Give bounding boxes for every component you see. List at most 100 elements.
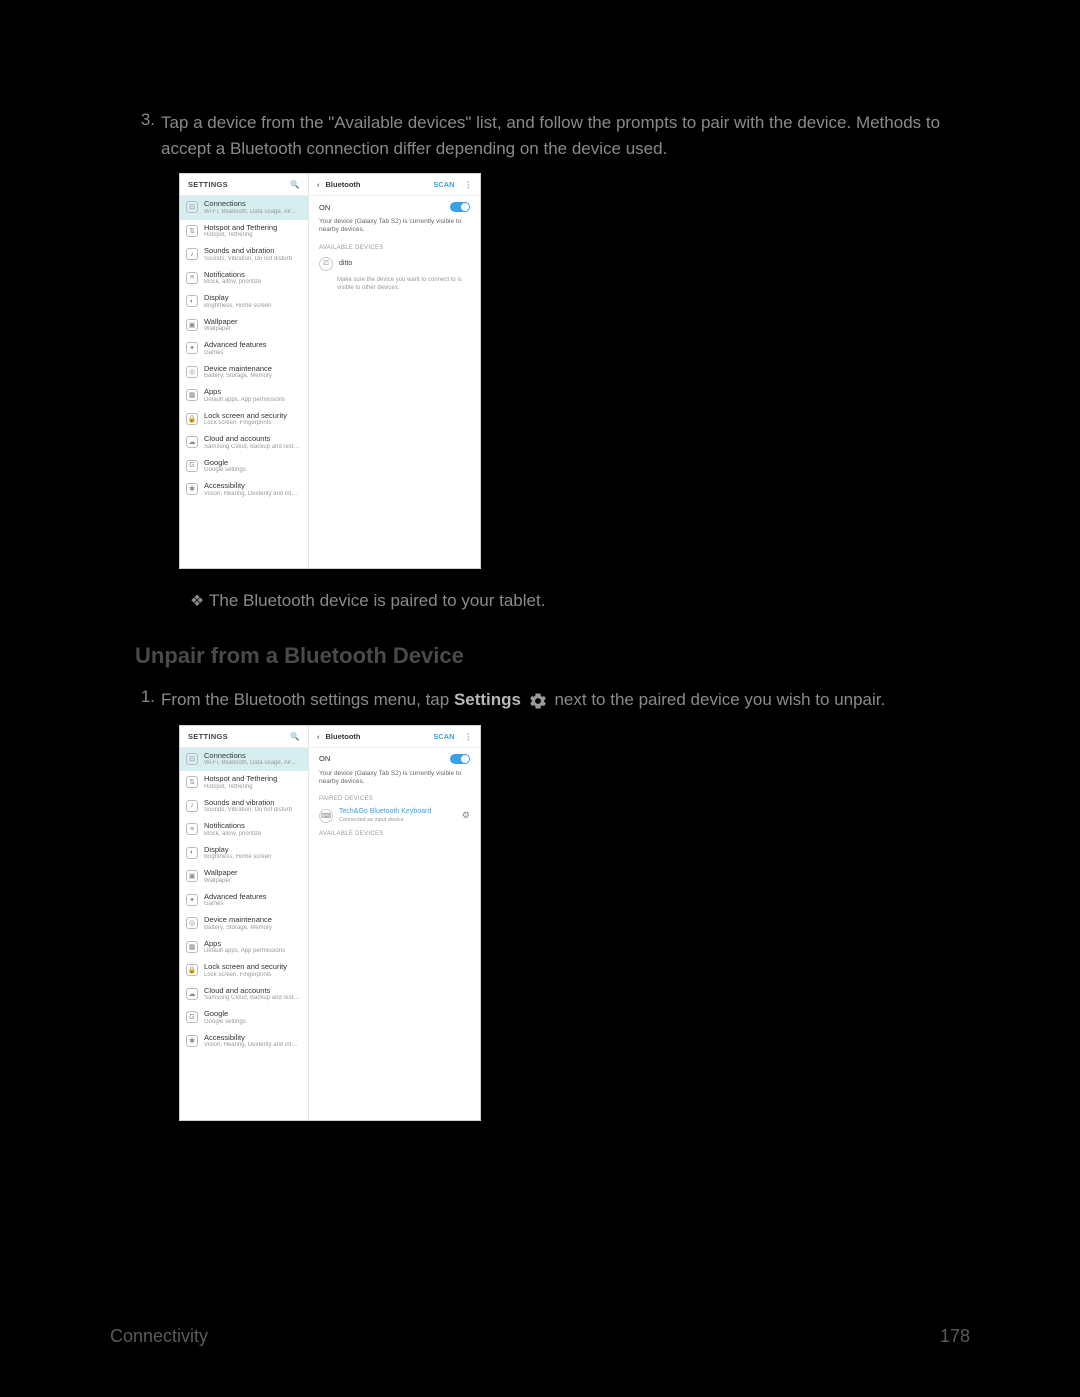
screenshot-bluetooth-paired: SETTINGS 🔍 ⊡ConnectionsWi-Fi, Bluetooth,… (179, 725, 481, 1121)
lock-icon: 🔒 (186, 964, 198, 976)
more-icon[interactable]: ⋮ (465, 180, 473, 189)
bluetooth-header: ‹ Bluetooth SCAN ⋮ (309, 174, 480, 196)
settings-title: SETTINGS (188, 732, 228, 741)
scan-button[interactable]: SCAN (433, 732, 454, 741)
sidebar-item-advanced[interactable]: ✦Advanced featuresGames (180, 889, 308, 913)
sidebar-label: Lock screen and security (204, 963, 287, 972)
cloud-icon: ☁ (186, 988, 198, 1000)
sidebar-item-cloud[interactable]: ☁ Cloud and accountsSamsung Cloud, Backup… (180, 983, 308, 1007)
sidebar-item-sounds[interactable]: ♪Sounds and vibrationSounds, Vibration, … (180, 795, 308, 819)
sidebar-item-hotspot[interactable]: ⇅Hotspot and TetheringHotspot, Tethering (180, 220, 308, 244)
help-text: Make sure the device you want to connect… (309, 275, 480, 293)
unpair-step-text: From the Bluetooth settings menu, tap Se… (161, 687, 885, 713)
visibility-note: Your device (Galaxy Tab S2) is currently… (309, 216, 480, 241)
bluetooth-panel: ‹ Bluetooth SCAN ⋮ ON Your device (Galax… (309, 174, 480, 568)
sounds-icon: ♪ (186, 248, 198, 260)
advanced-icon: ✦ (186, 342, 198, 354)
sounds-icon: ♪ (186, 800, 198, 812)
apps-icon: ▦ (186, 389, 198, 401)
notifications-icon: ≡ (186, 272, 198, 284)
lock-icon: 🔒 (186, 413, 198, 425)
sidebar-item-notifications[interactable]: ≡NotificationsBlock, allow, prioritize (180, 818, 308, 842)
sidebar-sub: Google settings (204, 1019, 246, 1026)
sidebar-item-maintenance[interactable]: ◎Device maintenanceBattery, Storage, Mem… (180, 361, 308, 385)
sidebar-label: Cloud and accounts (204, 987, 300, 996)
sidebar-item-google[interactable]: G GoogleGoogle settings (180, 1006, 308, 1030)
sidebar-item-notifications[interactable]: ≡ NotificationsBlock, allow, prioritize (180, 267, 308, 291)
search-icon[interactable]: 🔍 (290, 732, 300, 741)
sidebar-label: Hotspot and Tethering (204, 775, 277, 784)
sidebar-item-lockscreen[interactable]: 🔒Lock screen and securityLock screen, Fi… (180, 408, 308, 432)
back-icon[interactable]: ‹ (317, 732, 320, 741)
footer-section: Connectivity (110, 1326, 208, 1347)
paired-device-name: Tech&Go Bluetooth Keyboard (339, 808, 456, 816)
search-icon[interactable]: 🔍 (290, 180, 300, 189)
sidebar-item-connections[interactable]: ⊡ ConnectionsWi-Fi, Bluetooth, Data usag… (180, 196, 308, 220)
sidebar-item-apps[interactable]: ▦AppsDefault apps, App permissions (180, 384, 308, 408)
notifications-icon: ≡ (186, 823, 198, 835)
sidebar-sub: Default apps, App permissions (204, 948, 285, 955)
sidebar-label: Advanced features (204, 341, 267, 350)
sidebar-label: Accessibility (204, 1034, 300, 1043)
sidebar-item-cloud[interactable]: ☁Cloud and accountsSamsung Cloud, Backup… (180, 431, 308, 455)
bluetooth-panel-2: ‹ Bluetooth SCAN ⋮ ON Your device (Galax… (309, 726, 480, 1120)
settings-sidebar: SETTINGS 🔍 ⊡ ConnectionsWi-Fi, Bluetooth… (180, 174, 309, 568)
sidebar-sub: Samsung Cloud, Backup and restore (204, 995, 300, 1002)
sidebar-label: Sounds and vibration (204, 247, 292, 256)
heading-unpair: Unpair from a Bluetooth Device (135, 643, 945, 669)
sidebar-item-accessibility[interactable]: ✱AccessibilityVision, Hearing, Dexterity… (180, 1030, 308, 1054)
sidebar-sub: Block, allow, prioritize (204, 279, 261, 286)
cloud-icon: ☁ (186, 436, 198, 448)
sidebar-item-display[interactable]: ◐DisplayBrightness, Home screen (180, 842, 308, 866)
sidebar-label: Notifications (204, 271, 261, 280)
sidebar-label: Apps (204, 388, 285, 397)
sidebar-item-display[interactable]: ◐DisplayBrightness, Home screen (180, 290, 308, 314)
sidebar-sub: Google settings (204, 467, 246, 474)
connections-icon: ⊡ (186, 201, 198, 213)
sidebar-label: Cloud and accounts (204, 435, 300, 444)
sidebar-item-google[interactable]: GGoogleGoogle settings (180, 455, 308, 479)
display-icon: ◐ (186, 295, 198, 307)
sidebar-sub: Wallpaper (204, 878, 238, 885)
unpair-step-number: 1. (135, 687, 161, 707)
sidebar-item-lockscreen[interactable]: 🔒Lock screen and securityLock screen, Fi… (180, 959, 308, 983)
sidebar-sub: Vision, Hearing, Dexterity and interacti… (204, 1042, 300, 1049)
step-3-number: 3. (135, 110, 161, 130)
sidebar-item-accessibility[interactable]: ✱AccessibilityVision, Hearing, Dexterity… (180, 478, 308, 502)
page-footer: Connectivity 178 (110, 1326, 970, 1347)
available-caption-2: AVAILABLE DEVICES (309, 827, 480, 839)
scan-button[interactable]: SCAN (433, 180, 454, 189)
keyboard-icon: ⌨ (319, 809, 333, 823)
device-row-ditto[interactable]: ⎚ ditto (309, 253, 480, 275)
sidebar-sub: Wi-Fi, Bluetooth, Data usage, Airplane m… (204, 760, 300, 767)
device-gear-icon[interactable]: ⚙ (462, 810, 470, 821)
sidebar-label: Google (204, 1010, 246, 1019)
google-icon: G (186, 1011, 198, 1023)
wallpaper-icon: ▣ (186, 319, 198, 331)
sidebar-sub: Sounds, Vibration, Do not disturb (204, 807, 292, 814)
sidebar-sub: Brightness, Home screen (204, 854, 271, 861)
sidebar-item-connections[interactable]: ⊡ConnectionsWi-Fi, Bluetooth, Data usage… (180, 748, 308, 772)
paired-device-row[interactable]: ⌨ Tech&Go Bluetooth Keyboard Connected a… (309, 804, 480, 827)
bluetooth-toggle[interactable] (450, 754, 470, 764)
more-icon[interactable]: ⋮ (465, 732, 473, 741)
sidebar-label: Hotspot and Tethering (204, 224, 277, 233)
sidebar-sub: Block, allow, prioritize (204, 831, 261, 838)
sidebar-item-advanced[interactable]: ✦Advanced featuresGames (180, 337, 308, 361)
back-icon[interactable]: ‹ (317, 180, 320, 189)
device-icon: ⎚ (319, 257, 333, 271)
sidebar-item-wallpaper[interactable]: ▣WallpaperWallpaper (180, 865, 308, 889)
sidebar-item-sounds[interactable]: ♪Sounds and vibrationSounds, Vibration, … (180, 243, 308, 267)
sidebar-item-hotspot[interactable]: ⇅Hotspot and TetheringHotspot, Tethering (180, 771, 308, 795)
sidebar-item-wallpaper[interactable]: ▣WallpaperWallpaper (180, 314, 308, 338)
bullet-text: The Bluetooth device is paired to your t… (209, 591, 545, 611)
sidebar-item-apps[interactable]: ▦AppsDefault apps, App permissions (180, 936, 308, 960)
bluetooth-toggle[interactable] (450, 202, 470, 212)
settings-sidebar-2: SETTINGS 🔍 ⊡ConnectionsWi-Fi, Bluetooth,… (180, 726, 309, 1120)
sidebar-item-maintenance[interactable]: ◎Device maintenanceBattery, Storage, Mem… (180, 912, 308, 936)
device-name: ditto (339, 260, 470, 268)
paired-device-sub: Connected as input device (339, 817, 456, 824)
google-icon: G (186, 460, 198, 472)
panel-title: Bluetooth (326, 732, 428, 741)
sidebar-label: Connections (204, 752, 300, 761)
